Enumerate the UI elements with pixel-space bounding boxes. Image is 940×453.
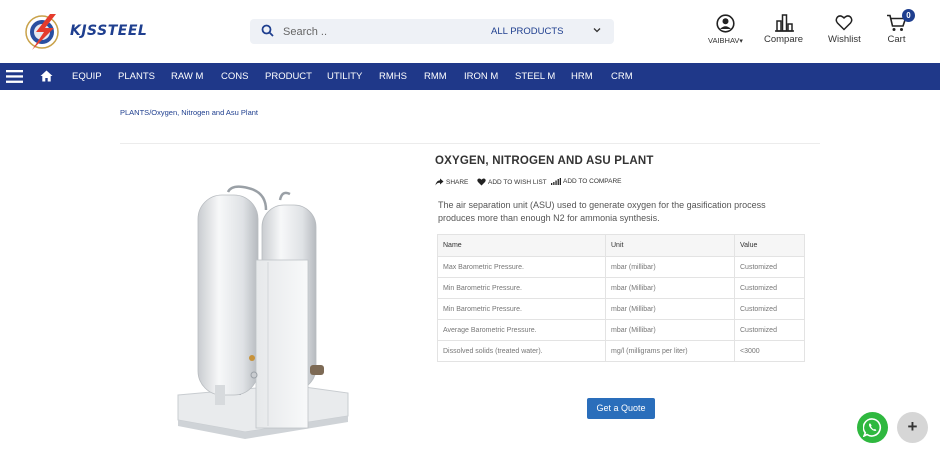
home-icon[interactable] <box>40 70 53 82</box>
add-to-wishlist-label: ADD TO WISH LIST <box>488 178 547 186</box>
spec-name: Average Barometric Pressure. <box>437 319 606 341</box>
specifications-table: Name Unit Value Max Barometric Pressure.… <box>437 234 805 362</box>
signal-bars-icon <box>551 178 561 185</box>
wishlist-label: Wishlist <box>828 34 861 45</box>
breadcrumb-plants-link[interactable]: PLANTS <box>120 108 149 117</box>
spec-value: Customized <box>734 319 805 341</box>
user-icon <box>716 14 735 33</box>
spec-unit: mbar (Millibar) <box>605 319 735 341</box>
caret-down-icon: ▾ <box>739 38 743 45</box>
nav-item-steel-m[interactable]: STEEL M <box>515 71 555 82</box>
nav-item-rmm[interactable]: RMM <box>424 71 447 82</box>
nav-item-utility[interactable]: UTILITY <box>327 71 362 82</box>
search-input[interactable] <box>283 23 443 40</box>
section-divider <box>120 143 820 144</box>
search-icon[interactable] <box>261 24 274 37</box>
nav-item-hrm[interactable]: HRM <box>571 71 593 82</box>
table-row: Max Barometric Pressure. mbar (millibar)… <box>437 256 805 278</box>
share-button[interactable]: SHARE <box>435 178 468 186</box>
table-row: Min Barometric Pressure. mbar (Millibar)… <box>437 277 805 299</box>
chevron-down-icon[interactable] <box>593 26 601 34</box>
brand-name: KJSSTEEL <box>70 23 148 39</box>
share-label: SHARE <box>446 178 469 186</box>
main-navigation: EQUIP PLANTS RAW M CONS PRODUCT UTILITY … <box>0 63 940 90</box>
spec-name: Min Barometric Pressure. <box>437 298 606 320</box>
compare-icon <box>774 14 794 32</box>
nav-item-raw-m[interactable]: RAW M <box>171 71 203 82</box>
heart-icon <box>477 178 486 186</box>
heart-icon <box>835 15 853 31</box>
spec-unit: mbar (Millibar) <box>605 277 735 299</box>
column-header-name: Name <box>437 234 606 257</box>
get-a-quote-button[interactable]: Get a Quote <box>587 398 655 419</box>
expand-plus-button[interactable]: + <box>897 412 928 443</box>
spec-unit: mg/l (milligrams per liter) <box>605 340 735 362</box>
add-to-wishlist-button[interactable]: ADD TO WISH LIST <box>477 178 547 186</box>
spec-unit: mbar (Millibar) <box>605 298 735 320</box>
column-header-value: Value <box>734 234 805 257</box>
spec-unit: mbar (millibar) <box>605 256 735 278</box>
spec-value: <3000 <box>734 340 805 362</box>
spec-value: Customized <box>734 277 805 299</box>
breadcrumb-current: Oxygen, Nitrogen and Asu Plant <box>151 108 259 117</box>
user-account-menu[interactable]: VAIBHAV▾ <box>708 14 743 46</box>
logo-emblem-icon <box>25 14 59 50</box>
add-to-compare-button[interactable]: ADD TO COMPARE <box>551 178 622 185</box>
spec-name: Max Barometric Pressure. <box>437 256 606 278</box>
spec-name: Dissolved solids (treated water). <box>437 340 606 362</box>
product-description: The air separation unit (ASU) used to ge… <box>438 200 766 223</box>
spec-value: Customized <box>734 256 805 278</box>
cart-count-badge: 0 <box>902 9 915 22</box>
table-row: Average Barometric Pressure. mbar (Milli… <box>437 319 805 341</box>
site-header: KJSSTEEL ALL PRODUCTS VAIBHAV▾ Compare <box>0 0 940 63</box>
share-icon <box>435 178 444 186</box>
add-to-compare-label: ADD TO COMPARE <box>563 178 622 185</box>
column-header-unit: Unit <box>605 234 735 257</box>
nav-item-equip[interactable]: EQUIP <box>72 71 102 82</box>
nav-item-cons[interactable]: CONS <box>221 71 248 82</box>
nav-item-product[interactable]: PRODUCT <box>265 71 312 82</box>
table-row: Min Barometric Pressure. mbar (Millibar)… <box>437 298 805 320</box>
nav-item-rmhs[interactable]: RMHS <box>379 71 407 82</box>
nav-item-iron-m[interactable]: IRON M <box>464 71 498 82</box>
wishlist-link[interactable]: Wishlist <box>828 14 861 45</box>
whatsapp-icon <box>863 418 882 437</box>
breadcrumb: PLANTS/Oxygen, Nitrogen and Asu Plant <box>120 108 258 117</box>
nav-item-crm[interactable]: CRM <box>611 71 633 82</box>
product-image <box>177 185 349 439</box>
user-name: VAIBHAV <box>708 36 740 45</box>
kjssteel-logo[interactable]: KJSSTEEL <box>20 10 150 50</box>
compare-label: Compare <box>764 34 804 45</box>
cart-label: Cart <box>887 34 906 45</box>
whatsapp-chat-button[interactable] <box>857 412 888 443</box>
product-title: OXYGEN, NITROGEN AND ASU PLANT <box>435 155 654 167</box>
table-row: Dissolved solids (treated water). mg/l (… <box>437 340 805 362</box>
hamburger-menu-icon[interactable] <box>6 69 23 84</box>
nav-item-plants[interactable]: PLANTS <box>118 71 155 82</box>
compare-link[interactable]: Compare <box>764 14 803 45</box>
search-bar: ALL PRODUCTS <box>250 19 614 44</box>
spec-value: Customized <box>734 298 805 320</box>
table-header-row: Name Unit Value <box>437 234 805 257</box>
category-select[interactable]: ALL PRODUCTS <box>491 26 564 37</box>
spec-name: Min Barometric Pressure. <box>437 277 606 299</box>
